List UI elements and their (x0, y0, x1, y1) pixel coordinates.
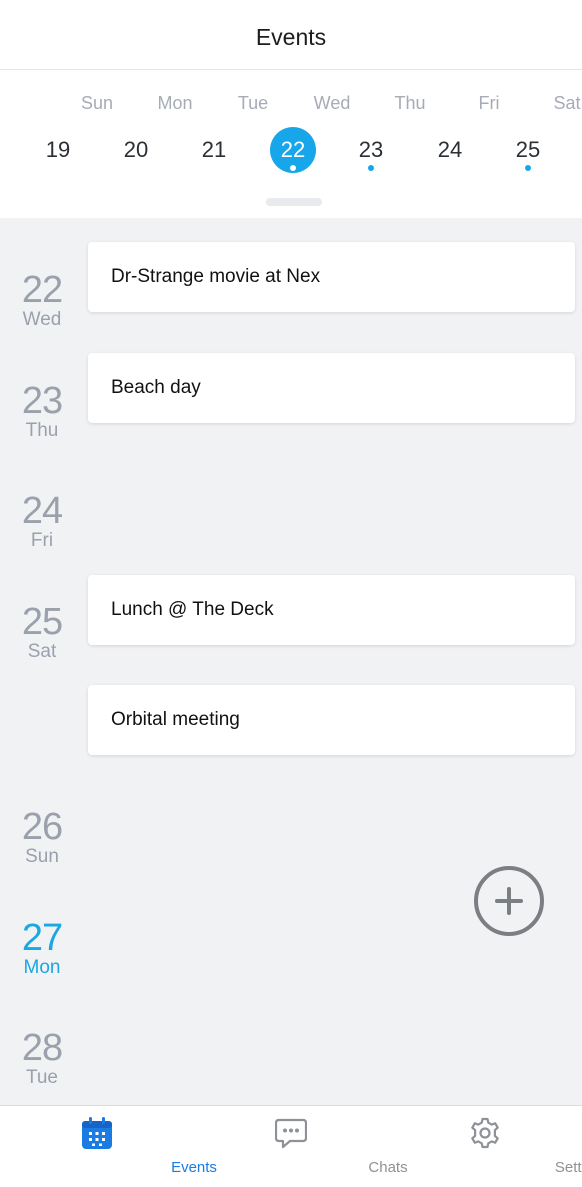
tab-settings[interactable]: Settings (388, 1106, 582, 1187)
add-event-button[interactable] (474, 866, 544, 936)
agenda-date-number: 22 (21, 269, 63, 311)
tab-chats[interactable]: Chats (194, 1106, 408, 1187)
agenda-date-weekday: Tue (25, 1067, 59, 1088)
agenda-date-weekday: Sat (27, 641, 57, 662)
event-indicator-dot (290, 165, 296, 171)
week-day-number: 19 (45, 137, 71, 162)
agenda-date-22: 22 Wed (0, 270, 84, 330)
calendar-icon (82, 1117, 112, 1149)
week-strip: Sun 19 Mon 20 Tue 21 Wed 22 Thu 23 Fri 2… (0, 71, 582, 218)
agenda-timeline[interactable]: 22 Wed Dr-Strange movie at Nex 23 Thu Be… (0, 218, 582, 1105)
agenda-date-number: 26 (21, 806, 63, 848)
week-day-name: Sat (553, 93, 581, 113)
agenda-date-weekday: Wed (22, 309, 62, 330)
week-day-name: Fri (478, 93, 500, 113)
agenda-date-24: 24 Fri (0, 491, 84, 551)
event-card[interactable]: Lunch @ The Deck (88, 575, 575, 645)
calendar-drag-handle[interactable] (266, 198, 322, 206)
event-card[interactable]: Orbital meeting (88, 685, 575, 755)
agenda-date-27-today: 27 Mon (0, 918, 84, 978)
week-day-number: 21 (201, 137, 227, 162)
event-card[interactable]: Dr-Strange movie at Nex (88, 242, 575, 312)
week-day-name: Thu (394, 93, 426, 113)
tab-label: Settings (554, 1159, 582, 1176)
week-day-name: Sun (80, 93, 114, 113)
agenda-date-weekday: Sun (25, 846, 59, 867)
bottom-tab-bar: Events Chats Settings (0, 1105, 582, 1187)
agenda-date-number: 23 (21, 380, 63, 422)
week-day-name: Wed (313, 93, 351, 113)
app-header: Events (0, 0, 582, 70)
agenda-date-number: 28 (21, 1027, 63, 1069)
page-title: Events (255, 24, 327, 50)
event-title: Dr-Strange movie at Nex (111, 266, 321, 287)
agenda-date-28: 28 Tue (0, 1028, 84, 1088)
week-day-number: 20 (123, 137, 149, 162)
event-title: Beach day (111, 377, 201, 398)
agenda-date-23: 23 Thu (0, 381, 84, 441)
event-indicator-dot (368, 165, 374, 171)
agenda-date-weekday: Fri (30, 530, 54, 551)
agenda-date-weekday: Mon (23, 957, 61, 978)
week-day-name: Tue (237, 93, 269, 113)
agenda-date-26: 26 Sun (0, 807, 84, 867)
agenda-date-weekday: Thu (25, 420, 59, 441)
agenda-date-number: 27 (21, 917, 63, 959)
tab-events[interactable]: Events (0, 1106, 217, 1187)
gear-icon (471, 1117, 499, 1149)
week-day-name: Mon (157, 93, 193, 113)
event-title: Orbital meeting (111, 709, 240, 730)
agenda-date-number: 24 (21, 490, 63, 532)
agenda-date-number: 25 (21, 601, 63, 643)
chat-icon (275, 1118, 307, 1149)
week-day-number: 24 (437, 137, 463, 162)
agenda-date-25: 25 Sat (0, 602, 84, 662)
plus-icon (495, 887, 523, 915)
event-title: Lunch @ The Deck (111, 599, 274, 620)
event-indicator-dot (525, 165, 531, 171)
event-card[interactable]: Beach day (88, 353, 575, 423)
